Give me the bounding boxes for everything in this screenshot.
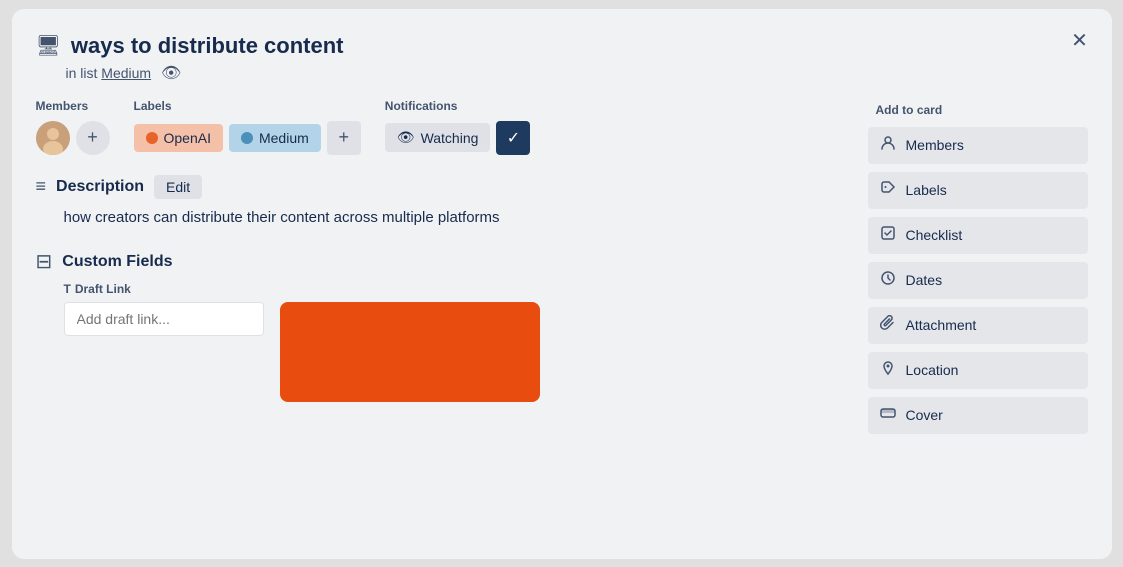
custom-fields-header: ⊟ Custom Fields [36,249,844,274]
close-button[interactable]: ✕ [1064,25,1096,57]
watching-label: Watching [421,130,479,146]
watching-check-btn[interactable]: ✓ [496,121,530,155]
sidebar-checklist-label: Checklist [906,227,963,243]
members-label: Members [36,99,110,113]
list-name-link[interactable]: Medium [101,65,151,81]
labels-section: Labels OpenAI Medium + [134,99,361,155]
description-icon: ≡ [36,176,47,197]
members-icon [880,135,896,156]
watching-button[interactable]: 👁 Watching [385,123,491,152]
list-prefix: in list [66,65,98,81]
modal-subtitle: in list Medium 👁 [66,63,1088,83]
members-content: + [36,121,110,155]
watching-eye-icon: 👁 [397,129,415,146]
sidebar-location-btn[interactable]: Location [868,352,1088,389]
dates-icon [880,270,896,291]
notifications-content: 👁 Watching ✓ [385,121,531,155]
avatar-svg [36,121,70,155]
modal-body: Members + [36,99,1088,438]
draft-link-input[interactable] [64,302,264,336]
custom-fields-icon: ⊟ [36,249,53,274]
sidebar-dates-btn[interactable]: Dates [868,262,1088,299]
label-chip-medium[interactable]: Medium [229,124,321,152]
add-member-btn[interactable]: + [76,121,110,155]
add-label-btn[interactable]: + [327,121,361,155]
field-type-icon: T [64,282,71,296]
sidebar: Add to card Members Labels Checklist [868,99,1088,438]
cover-icon [880,405,896,426]
edit-description-btn[interactable]: Edit [154,175,202,199]
add-to-card-label: Add to card [868,103,1088,117]
openai-dot [146,132,158,144]
modal-title: ways to distribute content [71,33,344,59]
custom-fields-body: T Draft Link [64,282,844,402]
location-icon [880,360,896,381]
sidebar-members-label: Members [906,137,964,153]
watch-icon[interactable]: 👁 [161,65,181,82]
notifications-label: Notifications [385,99,531,113]
description-title: Description [56,178,144,196]
sidebar-members-btn[interactable]: Members [868,127,1088,164]
description-header: ≡ Description Edit [36,175,844,199]
card-icon: 🖥 [36,33,61,58]
description-section: ≡ Description Edit how creators can dist… [36,175,844,230]
sidebar-labels-btn[interactable]: Labels [868,172,1088,209]
sidebar-labels-label: Labels [906,182,947,198]
sidebar-location-label: Location [906,362,959,378]
label-chip-openai[interactable]: OpenAI [134,124,223,152]
sidebar-checklist-btn[interactable]: Checklist [868,217,1088,254]
custom-fields-title: Custom Fields [62,253,172,271]
openai-label-text: OpenAI [164,130,211,146]
attachment-icon [880,315,896,336]
draft-link-field: T Draft Link [64,282,264,336]
notifications-section: Notifications 👁 Watching ✓ [385,99,531,155]
custom-fields-section: ⊟ Custom Fields T Draft Link [36,249,844,402]
labels-content: OpenAI Medium + [134,121,361,155]
field-name: Draft Link [75,282,131,296]
description-text: how creators can distribute their conten… [64,207,844,230]
sidebar-attachment-label: Attachment [906,317,977,333]
modal-header: 🖥 ways to distribute content in list Med… [36,33,1088,83]
avatar[interactable] [36,121,70,155]
medium-label-text: Medium [259,130,309,146]
labels-label: Labels [134,99,361,113]
members-section: Members + [36,99,110,155]
labels-icon [880,180,896,201]
sidebar-dates-label: Dates [906,272,943,288]
meta-row: Members + [36,99,844,155]
card-modal: ✕ 🖥 ways to distribute content in list M… [12,9,1112,559]
main-content: Members + [36,99,844,438]
medium-dot [241,132,253,144]
checklist-icon [880,225,896,246]
sidebar-cover-label: Cover [906,407,943,423]
sidebar-attachment-btn[interactable]: Attachment [868,307,1088,344]
field-type-label: T Draft Link [64,282,264,296]
cover-preview [280,302,540,402]
sidebar-cover-btn[interactable]: Cover [868,397,1088,434]
